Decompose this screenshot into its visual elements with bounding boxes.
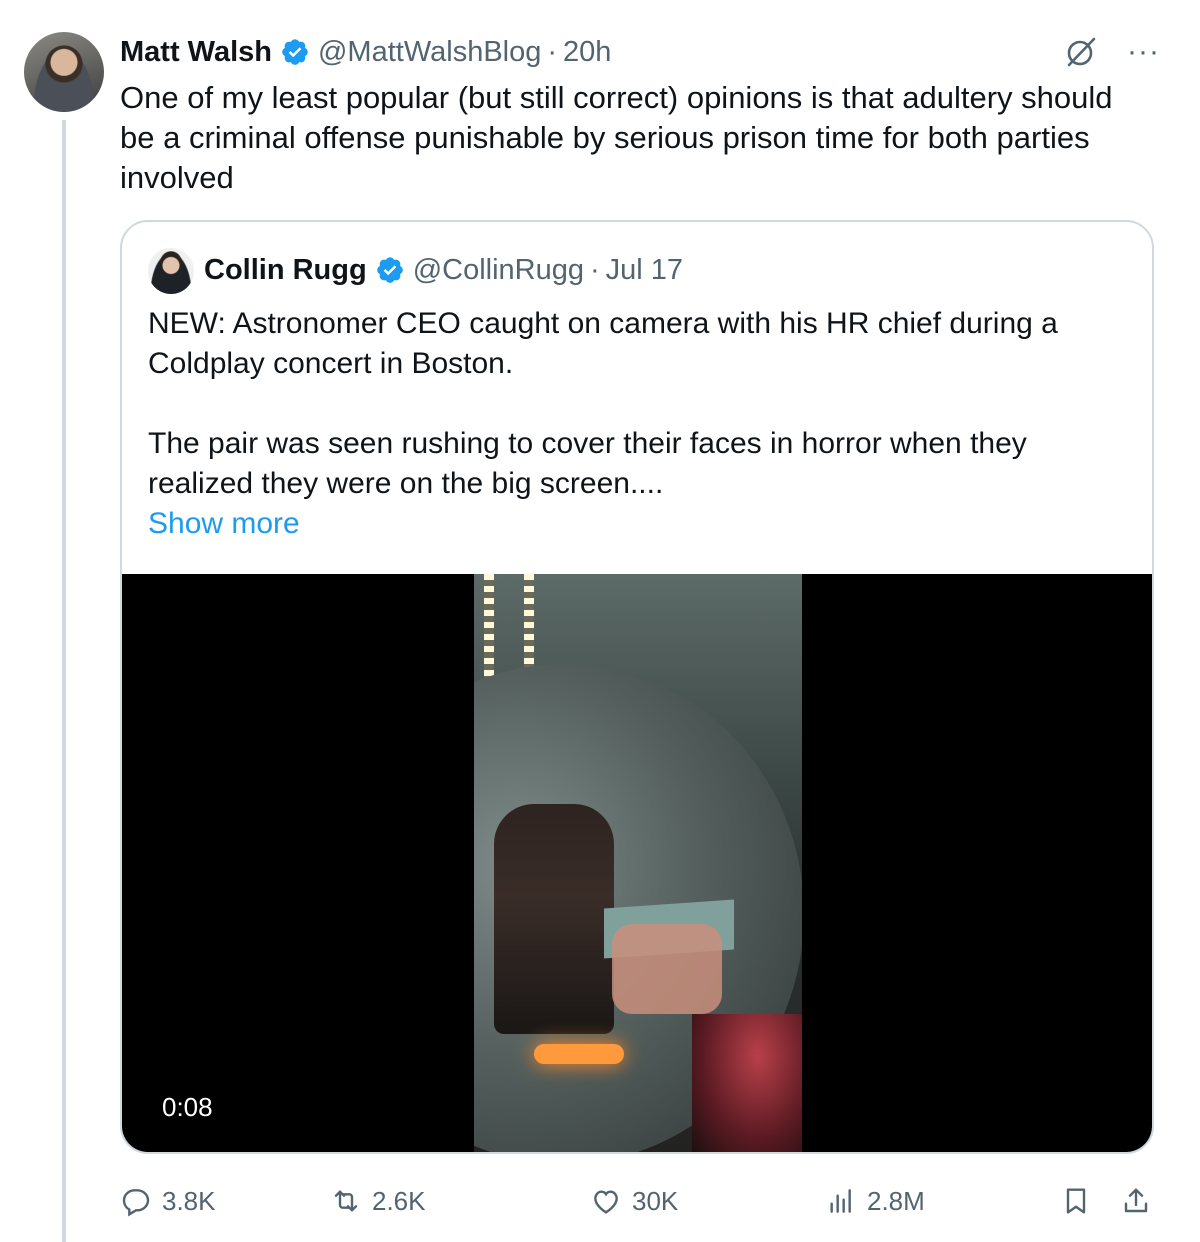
quoted-tweet[interactable]: Collin Rugg @CollinRugg · Jul 17 NEW: As… <box>120 220 1154 1154</box>
repost-icon <box>334 1190 358 1212</box>
timestamp[interactable]: 20h <box>563 36 611 69</box>
quoted-handle[interactable]: @CollinRugg <box>413 254 584 287</box>
video-player[interactable]: 0:08 <box>122 574 1152 1152</box>
stage-lights <box>484 574 494 684</box>
verified-badge-icon <box>376 257 403 283</box>
quoted-timestamp[interactable]: Jul 17 <box>606 254 683 287</box>
reply-button[interactable]: 3.8K <box>120 1178 216 1224</box>
tweet-text: One of my least popular (but still corre… <box>120 80 1122 195</box>
quoted-author-name[interactable]: Collin Rugg <box>204 254 367 287</box>
tweet-top-actions: ··· <box>1063 34 1160 70</box>
crowd <box>692 1014 802 1152</box>
repost-count: 2.6K <box>372 1185 426 1216</box>
video-figure <box>494 804 614 1034</box>
like-button[interactable]: 30K <box>590 1178 678 1224</box>
author-name[interactable]: Matt Walsh <box>120 36 272 69</box>
share-icon <box>1124 1188 1148 1213</box>
reply-count: 3.8K <box>162 1185 216 1216</box>
video-hands <box>612 924 722 1014</box>
like-icon <box>594 1190 618 1214</box>
views-button[interactable]: 2.8M <box>825 1178 925 1224</box>
separator: · <box>589 253 600 286</box>
grok-icon[interactable] <box>1063 34 1099 70</box>
bookmark-icon <box>1066 1188 1086 1214</box>
video-timestamp: 0:08 <box>162 1092 213 1122</box>
quoted-text: NEW: Astronomer CEO caught on camera wit… <box>148 307 1058 500</box>
author-handle[interactable]: @MattWalshBlog <box>318 36 541 69</box>
repost-button[interactable]: 2.6K <box>330 1178 426 1224</box>
like-count: 30K <box>632 1185 679 1216</box>
more-icon[interactable]: ··· <box>1127 37 1160 67</box>
separator: · <box>547 35 558 68</box>
thread-line <box>62 120 66 1242</box>
share-button[interactable] <box>1120 1178 1152 1224</box>
show-more-link[interactable]: Show more <box>148 504 300 544</box>
views-count: 2.8M <box>867 1185 925 1216</box>
reply-icon <box>122 1189 150 1217</box>
stage-glow <box>534 1044 624 1064</box>
tweet-header: Matt Walsh @MattWalshBlog · 20h <box>120 32 611 72</box>
quoted-avatar[interactable] <box>148 248 194 294</box>
video-frame <box>474 574 802 1152</box>
bookmark-button[interactable] <box>1060 1178 1092 1224</box>
avatar[interactable] <box>24 32 104 112</box>
quoted-header: Collin Rugg @CollinRugg · Jul 17 <box>204 250 683 290</box>
views-icon <box>830 1189 851 1213</box>
verified-badge-icon <box>282 39 308 65</box>
action-bar: 3.8K 2.6K 30K 2.8M <box>120 1178 1160 1224</box>
